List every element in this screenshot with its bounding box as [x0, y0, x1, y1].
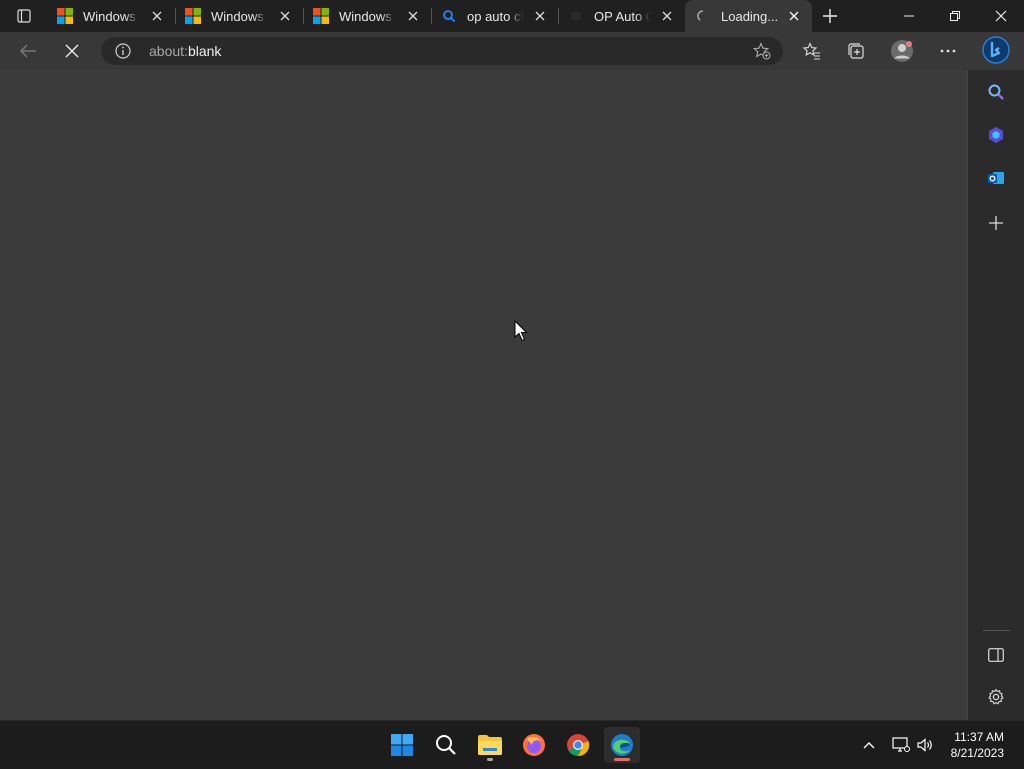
close-tab-icon[interactable]: [149, 8, 165, 24]
new-tab-button[interactable]: [818, 4, 842, 28]
edge-icon: [611, 734, 633, 756]
collections-button[interactable]: [840, 35, 872, 67]
copilot-icon: [989, 127, 1003, 143]
sidebar-divider: [983, 630, 1010, 631]
microsoft-logo-icon: [313, 8, 329, 24]
search-icon: [988, 84, 1004, 100]
search-icon: [441, 8, 457, 24]
close-window-button[interactable]: [978, 0, 1024, 32]
volume-icon: [917, 738, 932, 752]
tab-title: Windows he: [211, 9, 267, 24]
close-tab-icon[interactable]: [532, 8, 548, 24]
tab-title: Windows he: [339, 9, 395, 24]
file-explorer-button[interactable]: [472, 727, 508, 763]
start-icon: [391, 734, 413, 756]
running-indicator: [487, 758, 493, 761]
microsoft-logo-icon: [57, 8, 73, 24]
sidebar-outlook-button[interactable]: [983, 165, 1009, 191]
active-indicator: [614, 758, 630, 761]
url-text: about:blank: [149, 43, 221, 59]
sidebar-search-button[interactable]: [983, 79, 1009, 105]
collections-icon: [848, 43, 864, 59]
tab-title: op auto clic: [467, 9, 523, 24]
settings-icon: [988, 688, 1004, 705]
more-icon: [940, 49, 956, 53]
page-content[interactable]: [0, 70, 967, 720]
close-tab-icon[interactable]: [405, 8, 421, 24]
tab-title: OP Auto Cli: [594, 9, 650, 24]
add-favorite-icon[interactable]: [753, 42, 771, 60]
tab-windows-help-1[interactable]: Windows he: [47, 0, 175, 32]
volume-button[interactable]: [913, 733, 937, 757]
mouse-cursor-icon: [514, 320, 528, 342]
tab-actions-icon: [17, 9, 31, 23]
favorites-button[interactable]: [796, 35, 828, 67]
profile-button[interactable]: [886, 35, 918, 67]
tab-title: Windows he: [83, 9, 139, 24]
tab-windows-help-2[interactable]: Windows he: [175, 0, 303, 32]
address-bar[interactable]: about:blank: [101, 37, 783, 65]
avatar: [891, 40, 913, 62]
taskbar-clock[interactable]: 11:37 AM 8/21/2023: [951, 729, 1004, 761]
chevron-up-icon: [863, 742, 875, 749]
tab-search-op-auto-clicker[interactable]: op auto clic: [431, 0, 558, 32]
outlook-icon: [988, 172, 1004, 184]
tab-title: Loading...: [721, 9, 779, 24]
search-icon: [436, 735, 456, 755]
chrome-button[interactable]: [560, 727, 596, 763]
microsoft-logo-icon: [185, 8, 201, 24]
sidebar-settings-button[interactable]: [983, 684, 1009, 710]
edge-sidebar: [967, 70, 1024, 720]
split-screen-icon: [988, 648, 1004, 662]
settings-and-more-button[interactable]: [932, 35, 964, 67]
close-tab-icon[interactable]: [277, 8, 293, 24]
edge-button[interactable]: [604, 727, 640, 763]
minimize-button[interactable]: [886, 0, 932, 32]
add-icon: [989, 216, 1003, 230]
taskbar: 11:37 AM 8/21/2023: [0, 720, 1024, 769]
info-icon[interactable]: [115, 43, 131, 59]
tab-op-auto-clicker[interactable]: OP Auto Cli: [558, 0, 685, 32]
tab-loading[interactable]: Loading...: [685, 0, 812, 34]
network-icon: [892, 737, 910, 752]
browser-toolbar: about:blank: [0, 32, 1024, 70]
favorites-icon: [803, 42, 820, 60]
sidebar-split-screen-button[interactable]: [983, 642, 1009, 668]
plus-icon: [823, 9, 837, 23]
url-host: blank: [187, 43, 222, 59]
tab-windows-help-3[interactable]: Windows he: [303, 0, 431, 32]
sidebar-copilot-button[interactable]: [983, 122, 1009, 148]
title-bar: Windows he Windows he Windows he op auto…: [0, 0, 1024, 34]
minimize-icon: [904, 15, 914, 17]
clock-time: 11:37 AM: [954, 730, 1004, 744]
show-hidden-icons-button[interactable]: [857, 733, 881, 757]
url-scheme: about:: [149, 43, 188, 59]
restore-icon: [950, 11, 960, 21]
app-icon: [568, 8, 584, 24]
stop-loading-button[interactable]: [56, 35, 88, 67]
stop-icon: [65, 44, 79, 58]
taskbar-search-button[interactable]: [428, 727, 464, 763]
sidebar-add-button[interactable]: [983, 210, 1009, 236]
close-tab-icon[interactable]: [786, 8, 802, 24]
chrome-icon: [567, 734, 590, 757]
bing-chat-button[interactable]: [981, 34, 1011, 66]
firefox-icon: [523, 734, 545, 756]
network-button[interactable]: [889, 733, 913, 757]
tab-actions-button[interactable]: [8, 0, 40, 32]
file-explorer-icon: [478, 735, 502, 755]
restore-button[interactable]: [932, 0, 978, 32]
back-button[interactable]: [12, 35, 44, 67]
start-button[interactable]: [384, 727, 420, 763]
loading-spinner-icon: [695, 8, 711, 24]
bing-icon: [982, 36, 1010, 64]
close-icon: [995, 10, 1007, 22]
close-tab-icon[interactable]: [659, 8, 675, 24]
back-arrow-icon: [19, 44, 36, 58]
clock-date: 8/21/2023: [950, 746, 1004, 760]
firefox-button[interactable]: [516, 727, 552, 763]
